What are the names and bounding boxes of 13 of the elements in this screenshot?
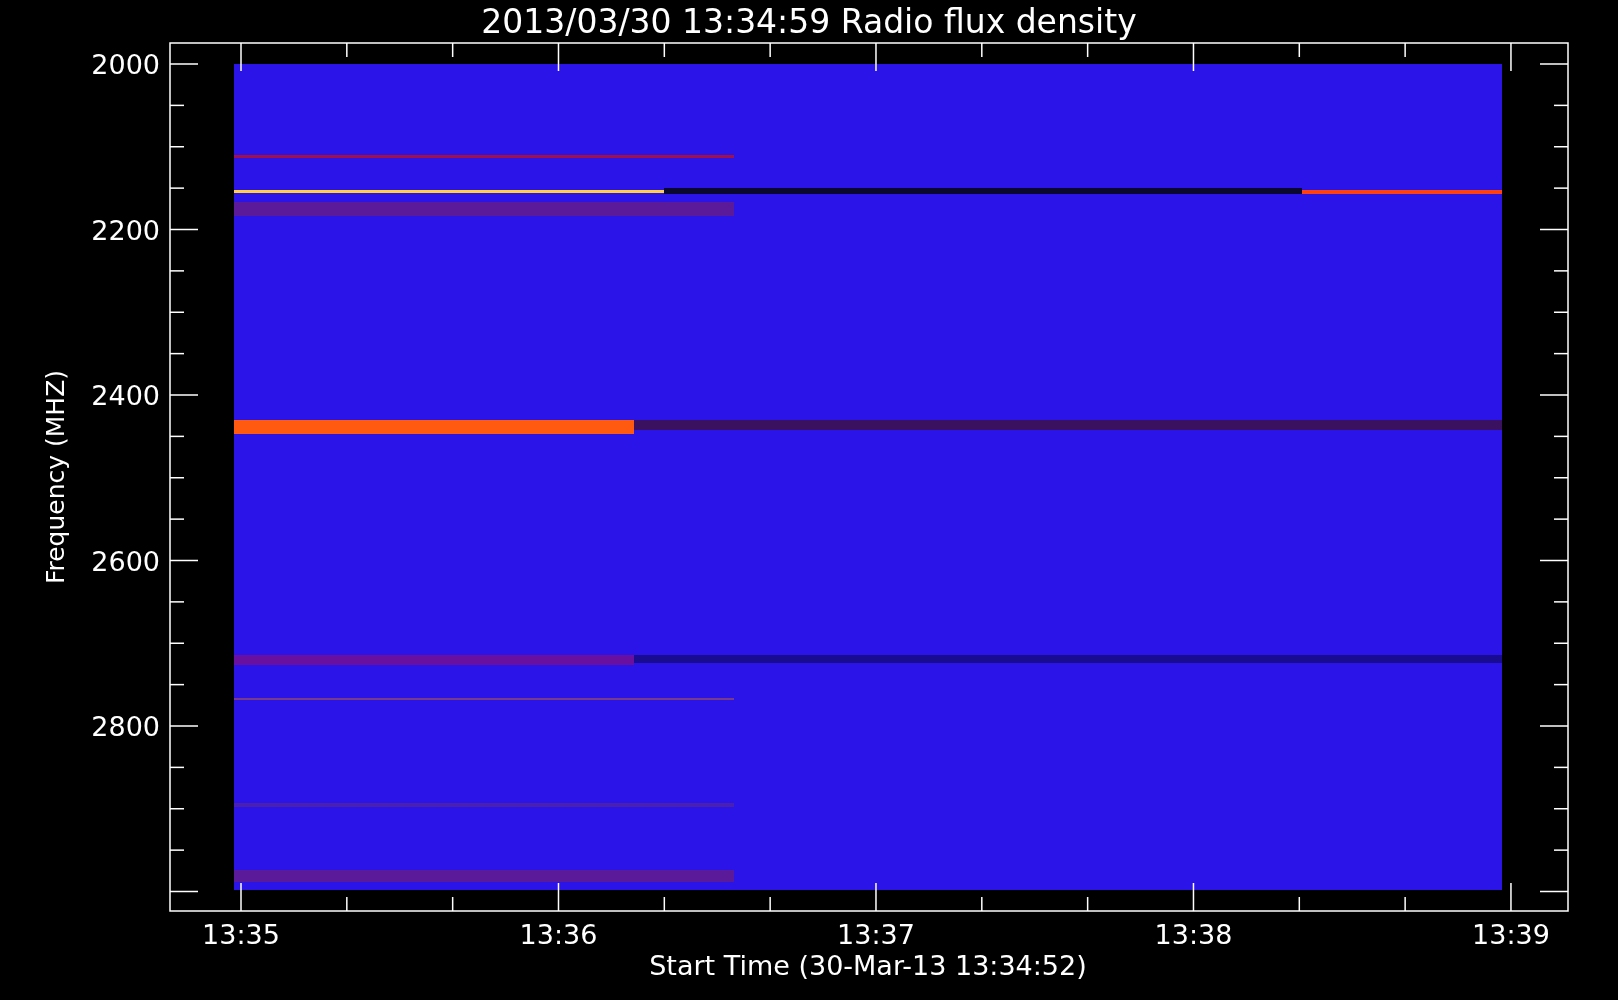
x-tick-label: 13:35 <box>202 919 280 950</box>
x-axis-label: Start Time (30-Mar-13 13:34:52) <box>649 950 1087 981</box>
x-tick-label: 13:36 <box>519 919 598 950</box>
x-tick-label: 13:39 <box>1472 919 1550 950</box>
y-tick-label: 2400 <box>91 380 160 411</box>
chart-title: 2013/03/30 13:34:59 Radio flux density <box>481 2 1137 41</box>
y-tick-label: 2000 <box>91 49 160 80</box>
y-axis-label: Frequency (MHZ) <box>41 369 70 585</box>
y-tick-label: 2800 <box>91 711 160 742</box>
y-tick-label: 2600 <box>91 545 160 577</box>
x-tick-label: 13:38 <box>1154 919 1233 950</box>
x-tick-label: 13:37 <box>837 919 915 950</box>
y-tick-label: 2200 <box>91 214 160 246</box>
